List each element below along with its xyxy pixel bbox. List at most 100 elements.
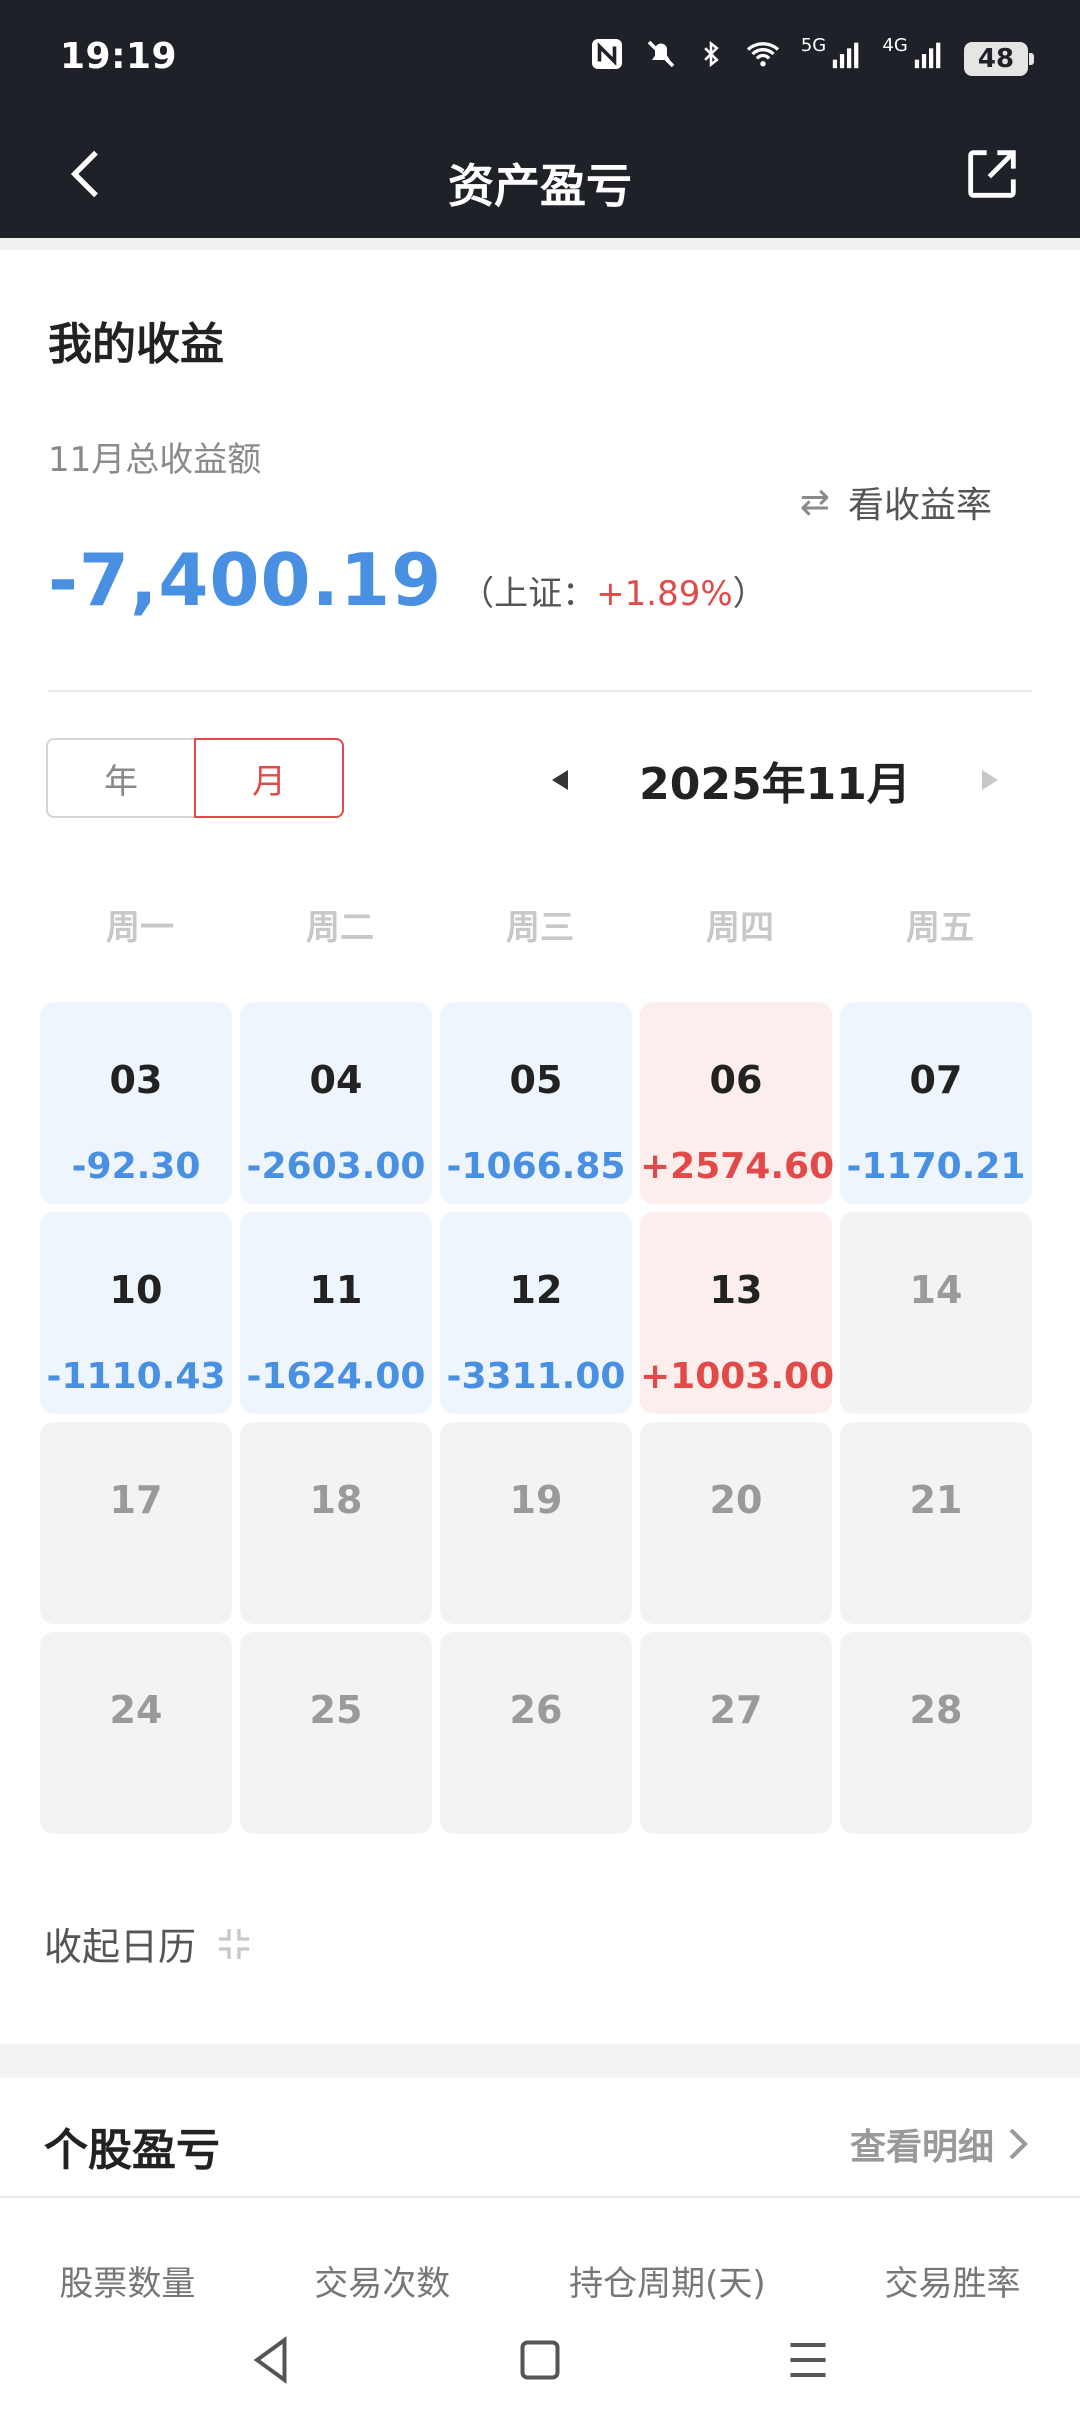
view-details-link[interactable]: 查看明细 (850, 2118, 1032, 2170)
benchmark: （上证：+1.89%） (460, 574, 767, 614)
calendar-day-cell[interactable]: 10 -1110.43 (40, 1212, 232, 1414)
benchmark-value: +1.89% (596, 574, 733, 614)
calendar-day-number: 04 (309, 1058, 363, 1102)
calendar-day-cell[interactable]: 05 -1066.85 (440, 1002, 632, 1204)
calendar-day-pl: -1110.43 (46, 1356, 226, 1397)
calendar-day-number: 24 (109, 1688, 163, 1732)
calendar-day-cell[interactable]: 03 -92.30 (40, 1002, 232, 1204)
calendar-day-pl: +2574.60 (640, 1146, 835, 1187)
swap-icon: ⇄ (799, 481, 830, 523)
page-title: 资产盈亏 (448, 159, 632, 213)
calendar-day-number: 10 (109, 1268, 163, 1312)
collapse-icon (219, 1928, 250, 1959)
calendar-day-cell[interactable]: 19 (440, 1422, 632, 1624)
signal-5g-icon: 5G (801, 37, 865, 80)
calendar-day-number: 18 (309, 1478, 363, 1522)
calendar-day-pl: -3311.00 (446, 1356, 626, 1397)
weekday-label: 周二 (306, 908, 374, 948)
bluetooth-icon (697, 36, 725, 81)
divider (48, 690, 1032, 692)
section-title-stocks: 个股盈亏 (44, 2125, 220, 2176)
calendar-day-number: 06 (709, 1058, 763, 1102)
stat-column: 交易胜率 (884, 2264, 1021, 2304)
calendar-day-cell[interactable]: 17 (40, 1422, 232, 1624)
weekday-label: 周五 (906, 908, 974, 948)
back-triangle-icon[interactable] (242, 2330, 302, 2390)
calendar-day-cell[interactable]: 11 -1624.00 (240, 1212, 432, 1414)
status-time: 19:19 (60, 36, 178, 77)
wifi-icon (743, 36, 783, 81)
nfc-icon (589, 36, 625, 81)
total-earnings-amount: -7,400.19 (48, 538, 443, 622)
view-return-rate-button[interactable]: ⇄ 看收益率 (800, 476, 992, 528)
view-details-label: 查看明细 (849, 2127, 994, 2168)
prev-month-button[interactable] (540, 760, 580, 800)
stock-stats-header: 股票数量 交易次数 持仓周期(天) 交易胜率 (0, 2262, 1080, 2310)
calendar-day-number: 26 (509, 1688, 563, 1732)
weekday-label: 周四 (706, 908, 774, 948)
calendar-day-number: 20 (709, 1478, 763, 1522)
calendar-day-cell[interactable]: 28 (840, 1632, 1032, 1834)
system-nav-bar (0, 2304, 1080, 2412)
calendar-day-pl: -2603.00 (246, 1146, 426, 1187)
calendar-day-number: 17 (109, 1478, 163, 1522)
calendar-day-cell[interactable]: 25 (240, 1632, 432, 1834)
calendar-day-number: 25 (309, 1688, 363, 1732)
calendar-day-number: 13 (709, 1268, 763, 1312)
view-return-rate-label: 看收益率 (847, 485, 992, 526)
divider (0, 2196, 1080, 2198)
calendar-day-cell[interactable]: 20 (640, 1422, 832, 1624)
calendar-day-cell[interactable]: 21 (840, 1422, 1032, 1624)
next-month-button[interactable] (970, 760, 1010, 800)
calendar-day-cell[interactable]: 27 (640, 1632, 832, 1834)
calendar-day-pl: -1170.21 (846, 1146, 1026, 1187)
calendar-day-number: 11 (309, 1268, 363, 1312)
share-button[interactable] (960, 142, 1024, 206)
calendar-day-cell[interactable]: 13 +1003.00 (640, 1212, 835, 1414)
calendar-day-number: 19 (509, 1478, 563, 1522)
collapse-calendar-label: 收起日历 (44, 1925, 197, 1969)
mute-icon (643, 36, 679, 81)
signal-4g-icon: 4G (882, 37, 946, 80)
calendar-day-pl: -92.30 (71, 1146, 201, 1187)
total-earnings-label: 11月总收益额 (48, 440, 262, 480)
stat-column: 持仓周期(天) (569, 2264, 766, 2304)
calendar-day-cell[interactable]: 06 +2574.60 (640, 1002, 835, 1204)
calendar-day-cell[interactable]: 18 (240, 1422, 432, 1624)
battery-icon: 48 (964, 41, 1034, 76)
top-bar: 19:19 5G 4G 48 资产盈亏 (0, 0, 1080, 238)
calendar-day-cell[interactable]: 24 (40, 1632, 232, 1834)
calendar-day-cell[interactable]: 26 (440, 1632, 632, 1834)
calendar-day-cell[interactable]: 14 (840, 1212, 1032, 1414)
triangle-right-icon (981, 770, 998, 790)
calendar-day-cell[interactable]: 04 -2603.00 (240, 1002, 432, 1204)
tab-year[interactable]: 年 (46, 738, 196, 818)
calendar-day-number: 14 (909, 1268, 963, 1312)
period-toggle: 年 月 (46, 738, 344, 818)
calendar-day-number: 05 (509, 1058, 563, 1102)
tab-month[interactable]: 月 (194, 738, 344, 818)
calendar-day-number: 07 (909, 1058, 963, 1102)
share-icon (968, 150, 1016, 198)
triangle-left-icon (552, 770, 568, 790)
stat-column: 交易次数 (314, 2264, 451, 2304)
section-title-earnings: 我的收益 (48, 319, 224, 370)
calendar-day-cell[interactable]: 07 -1170.21 (840, 1002, 1032, 1204)
current-month: 2025年11月 (639, 759, 911, 810)
collapse-calendar-button[interactable]: 收起日历 (44, 1916, 254, 1971)
calendar-day-pl: +1003.00 (640, 1356, 835, 1397)
stat-column: 股票数量 (59, 2264, 196, 2304)
nav-bar: 资产盈亏 (0, 120, 1080, 238)
weekday-header: 周一 周二 周三 周四 周五 (40, 900, 1040, 949)
calendar-day-number: 27 (709, 1688, 763, 1732)
calendar-day-cell[interactable]: 12 -3311.00 (440, 1212, 632, 1414)
status-icons: 5G 4G 48 (589, 36, 1034, 81)
calendar-day-pl: -1066.85 (446, 1146, 626, 1187)
calendar-day-pl: -1624.00 (246, 1356, 426, 1397)
home-square-icon[interactable] (510, 2330, 570, 2390)
calendar-grid: 03 -92.30 04 -2603.00 05 -1066.85 06 +2574.60 07… (40, 1002, 1040, 1834)
menu-icon[interactable] (778, 2330, 838, 2390)
weekday-label: 周三 (506, 908, 574, 948)
total-earnings: -7,400.19 （上证：+1.89%） (48, 538, 767, 622)
header-separator (0, 238, 1080, 250)
